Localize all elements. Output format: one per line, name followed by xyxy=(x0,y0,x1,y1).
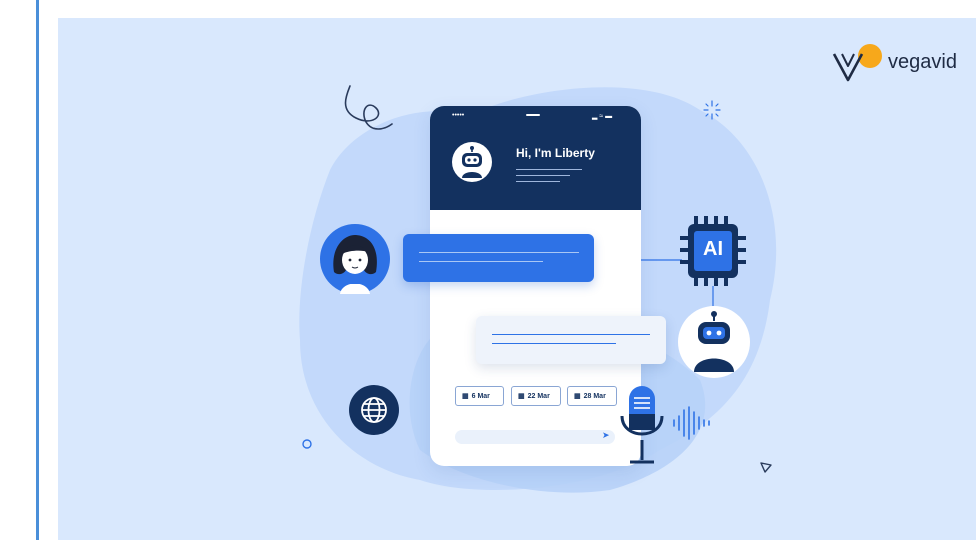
bot-message-bubble xyxy=(476,316,666,364)
message-line xyxy=(419,252,579,253)
calendar-icon: ▦ xyxy=(574,393,581,400)
header-line xyxy=(516,169,582,170)
date-chip[interactable]: ▦ 6 Mar xyxy=(455,386,504,406)
notch-icon xyxy=(526,114,540,116)
header-line xyxy=(516,175,570,176)
robot-icon xyxy=(452,142,492,182)
chat-input[interactable] xyxy=(455,430,615,444)
message-line xyxy=(492,334,650,335)
ai-chip-label: AI xyxy=(703,238,723,260)
message-line xyxy=(492,343,616,344)
v-logo-icon xyxy=(832,44,882,82)
sound-wave-icon xyxy=(673,406,710,440)
send-icon[interactable]: ➤ xyxy=(602,430,610,441)
calendar-icon: ▦ xyxy=(518,393,525,400)
message-line xyxy=(419,261,543,262)
signal-dots-icon: ••••• xyxy=(452,112,465,119)
brand-name: vegavid xyxy=(888,50,957,73)
globe-icon xyxy=(349,385,399,435)
user-message-bubble xyxy=(403,234,594,282)
phone-mockup: ••••• ▂ ≈ ▬ Hi, I'm Liberty xyxy=(430,106,641,466)
greeting-text: Hi, I'm Liberty xyxy=(516,146,595,160)
date-chip[interactable]: ▦ 28 Mar xyxy=(567,386,617,406)
date-chip[interactable]: ▦ 22 Mar xyxy=(511,386,561,406)
brand-logo: vegavid xyxy=(832,42,957,82)
header-line xyxy=(516,181,560,182)
calendar-icon: ▦ xyxy=(462,393,469,400)
phone-header: ••••• ▂ ≈ ▬ Hi, I'm Liberty xyxy=(430,106,641,210)
status-icons: ▂ ≈ ▬ xyxy=(592,113,613,120)
bot-avatar-icon xyxy=(678,306,750,378)
woman-avatar-icon xyxy=(320,224,390,294)
microphone-icon xyxy=(620,386,664,464)
chatbot-illustration: ••••• ▂ ≈ ▬ Hi, I'm Liberty ▦ 6 Mar ▦ 22… xyxy=(0,0,976,540)
